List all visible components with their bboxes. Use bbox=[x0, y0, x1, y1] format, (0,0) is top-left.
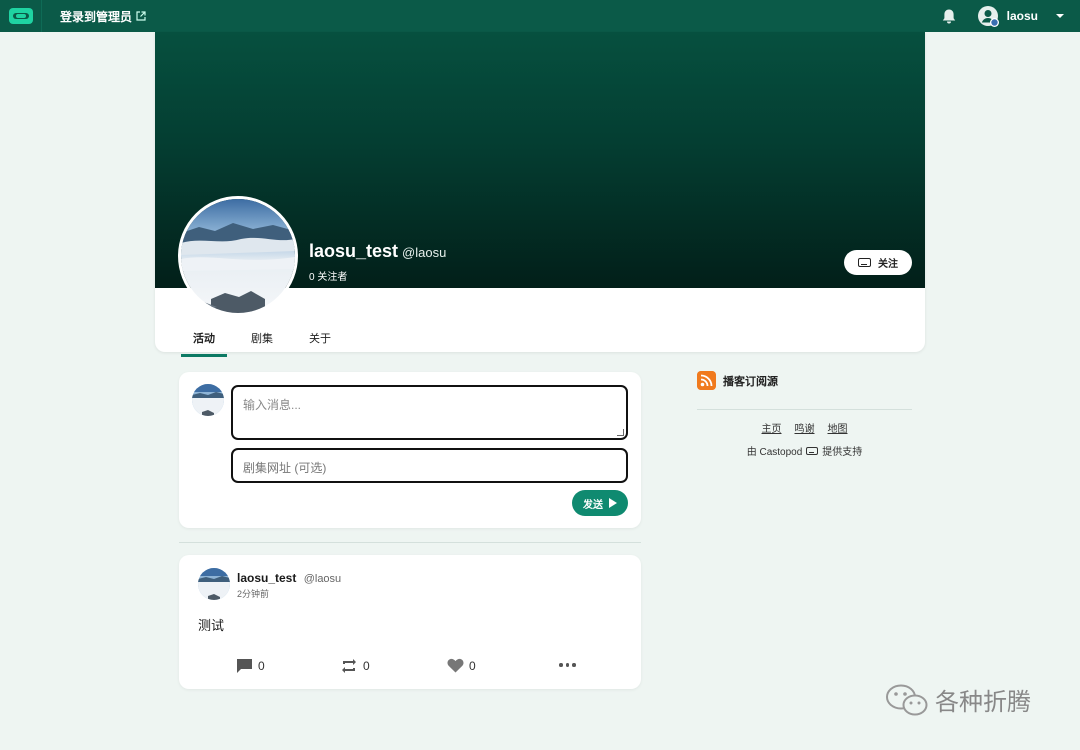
powered-by-prefix[interactable]: 由 Castopod bbox=[747, 443, 803, 458]
post-timestamp[interactable]: 2分钟前 bbox=[237, 587, 269, 600]
profile-avatar bbox=[178, 196, 298, 316]
caret-down-icon bbox=[1056, 14, 1064, 18]
castopod-icon bbox=[806, 446, 819, 455]
send-button[interactable]: 发送 bbox=[572, 490, 628, 516]
post-author-name: laosu_test bbox=[237, 571, 297, 585]
rss-label: 播客订阅源 bbox=[723, 375, 778, 388]
post-author[interactable]: laosu_test @laosu bbox=[237, 571, 341, 585]
more-options-button[interactable] bbox=[559, 663, 576, 667]
post-avatar[interactable] bbox=[198, 568, 230, 600]
footer-links: 主页 鸣谢 地图 bbox=[697, 420, 912, 435]
compose-avatar bbox=[192, 384, 224, 416]
profile-tabs: 活动 剧集 关于 bbox=[181, 322, 355, 357]
user-menu-button[interactable]: laosu bbox=[977, 5, 1064, 27]
external-link-icon bbox=[136, 11, 146, 21]
top-navbar: 登录到管理员 laosu bbox=[0, 0, 1080, 32]
wechat-icon bbox=[886, 684, 928, 715]
tab-episodes[interactable]: 剧集 bbox=[239, 322, 285, 357]
admin-login-label: 登录到管理员 bbox=[60, 9, 133, 24]
follower-count: 0 关注者 bbox=[309, 272, 348, 283]
post-body: 测试 bbox=[198, 618, 225, 633]
profile-name-block: laosu_test @laosu bbox=[309, 241, 446, 262]
like-count: 0 bbox=[469, 658, 476, 673]
reblog-count: 0 bbox=[363, 659, 370, 673]
user-name: laosu bbox=[1006, 9, 1038, 23]
feed-divider bbox=[179, 542, 641, 543]
watermark-text: 各种折腾 bbox=[935, 689, 1031, 716]
powered-by-suffix: 提供支持 bbox=[822, 447, 863, 458]
reblog-icon bbox=[342, 659, 356, 673]
tab-about[interactable]: 关于 bbox=[297, 322, 343, 357]
send-arrow-icon bbox=[609, 498, 617, 508]
footer-link-credits[interactable]: 鸣谢 bbox=[795, 420, 815, 435]
compose-card: 输入消息... 剧集网址 (可选) 发送 bbox=[179, 372, 641, 528]
profile-display-name: laosu_test bbox=[309, 241, 399, 261]
comment-button[interactable]: 0 bbox=[236, 658, 265, 674]
like-button[interactable]: 0 bbox=[447, 658, 476, 673]
post-author-handle: @laosu bbox=[303, 573, 342, 585]
admin-login-link[interactable]: 登录到管理员 bbox=[60, 8, 146, 25]
keyboard-icon bbox=[858, 258, 871, 267]
post-actions: 0 0 0 bbox=[236, 658, 586, 676]
home-logo-link[interactable] bbox=[0, 0, 42, 32]
rss-icon bbox=[697, 371, 716, 390]
profile-handle: @laosu bbox=[402, 245, 447, 260]
watermark: 各种折腾 bbox=[885, 682, 1031, 717]
comment-count: 0 bbox=[258, 659, 265, 673]
footer-link-map[interactable]: 地图 bbox=[828, 420, 848, 435]
user-avatar-icon bbox=[977, 6, 999, 27]
episode-url-input[interactable]: 剧集网址 (可选) bbox=[231, 448, 628, 483]
tab-activity[interactable]: 活动 bbox=[181, 322, 227, 357]
more-dots-icon bbox=[559, 663, 576, 667]
castopod-logo-icon bbox=[8, 8, 33, 24]
sidebar-divider bbox=[697, 409, 912, 410]
heart-icon bbox=[447, 658, 464, 673]
comment-icon bbox=[237, 659, 252, 673]
footer-link-home[interactable]: 主页 bbox=[762, 420, 782, 435]
follow-button[interactable]: 关注 bbox=[844, 250, 912, 275]
follow-label: 关注 bbox=[878, 259, 898, 270]
message-input[interactable]: 输入消息... bbox=[231, 385, 628, 440]
podcast-rss-link[interactable]: 播客订阅源 bbox=[697, 371, 778, 390]
reblog-button[interactable]: 0 bbox=[340, 658, 370, 674]
powered-by: 由 Castopod 提供支持 bbox=[697, 443, 912, 458]
bell-icon[interactable] bbox=[941, 8, 957, 25]
post-card: laosu_test @laosu 2分钟前 测试 0 0 0 bbox=[179, 555, 641, 689]
send-label: 发送 bbox=[583, 499, 603, 511]
resize-handle-icon[interactable] bbox=[617, 429, 624, 436]
profile-header-card: laosu_test @laosu 0 关注者 关注 活动 剧集 关于 bbox=[155, 32, 925, 357]
